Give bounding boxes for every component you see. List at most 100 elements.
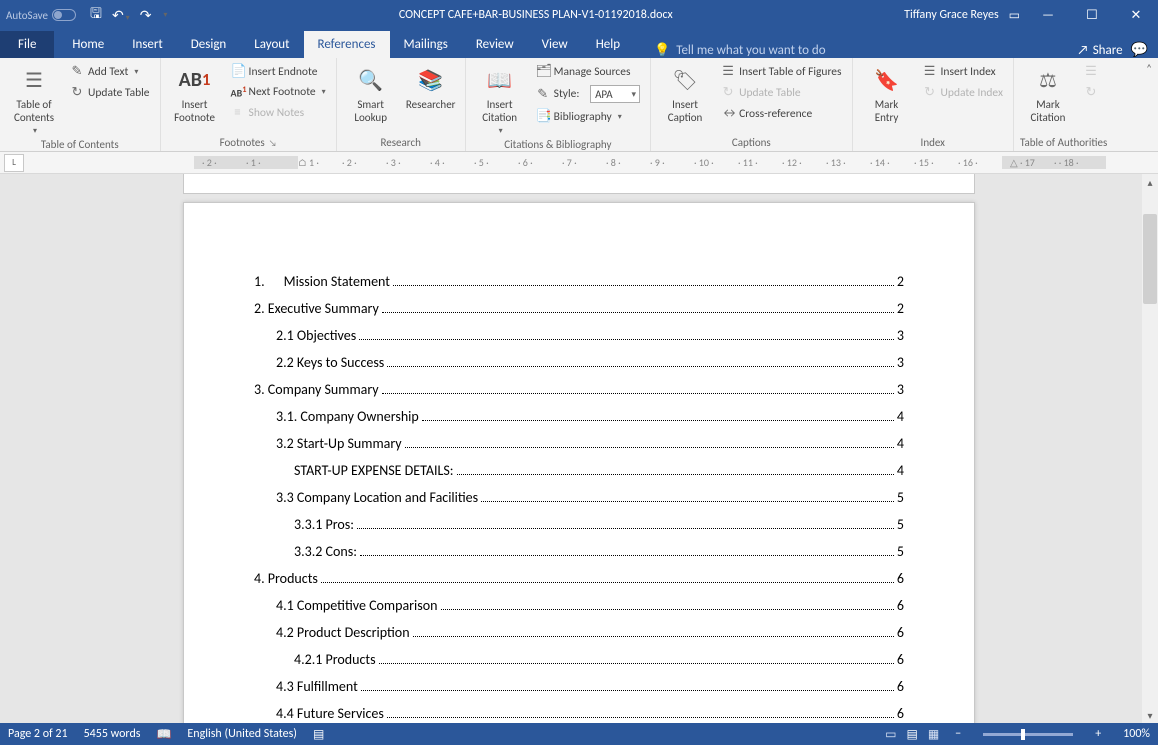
tab-insert[interactable]: Insert: [118, 31, 177, 58]
toc-entry[interactable]: 3.3.2 Cons:5: [294, 543, 904, 560]
tab-design[interactable]: Design: [177, 31, 240, 58]
toc-entry[interactable]: 2.1 Objectives3: [276, 327, 904, 344]
toc-entry[interactable]: 4.3 Fulfillment6: [276, 678, 904, 695]
tab-selector[interactable]: L: [4, 154, 24, 172]
ribbon-display-options-icon[interactable]: ▭: [1009, 8, 1020, 23]
scroll-thumb[interactable]: [1143, 214, 1157, 304]
tell-me-search[interactable]: 💡 Tell me what you want to do: [654, 43, 826, 58]
previous-page-strip: [183, 174, 975, 194]
update-table-button[interactable]: ↻Update Table: [66, 83, 154, 102]
toc-entry-label: 2.1 Objectives: [276, 327, 356, 344]
insert-citation-button[interactable]: 📖 Insert Citation▾: [472, 60, 528, 136]
document-area[interactable]: 1. Mission Statement2 2. Executive Summar…: [0, 174, 1158, 723]
collapse-ribbon-icon[interactable]: ˄: [1146, 62, 1152, 75]
toc-entry-label: 2.2 Keys to Success: [276, 354, 384, 371]
toc-entry[interactable]: 3. Company Summary3: [254, 381, 904, 398]
toc-entry[interactable]: 2. Executive Summary2: [254, 300, 904, 317]
tab-references[interactable]: References: [304, 31, 390, 58]
toc-entry-label: 4.1 Competitive Comparison: [276, 597, 438, 614]
next-footnote-button[interactable]: AB1Next Footnote▾: [227, 83, 330, 101]
toc-entry[interactable]: 4.4 Future Services 6: [276, 705, 904, 722]
ruler[interactable]: L · 2 ·· 1 ·⌂ 1 ·· 2 ·· 3 ·· 4 ·· 5 ·· 6…: [0, 152, 1158, 174]
redo-icon[interactable]: ↷: [140, 7, 152, 24]
undo-icon[interactable]: ↶▾: [112, 7, 130, 24]
macro-recording-icon[interactable]: ▤: [313, 727, 324, 742]
mark-entry-button[interactable]: 🔖 Mark Entry: [859, 60, 915, 124]
minimize-button[interactable]: —: [1026, 0, 1070, 30]
style-icon: ✎: [536, 87, 550, 102]
toc-leader-dots: [481, 501, 894, 502]
web-layout-icon[interactable]: ▦: [928, 727, 939, 742]
toc-entry[interactable]: 4.1 Competitive Comparison6: [276, 597, 904, 614]
insert-footnote-button[interactable]: AB1 Insert Footnote: [167, 60, 223, 124]
cross-reference-button[interactable]: ↔Cross-reference: [717, 104, 845, 123]
toc-leader-dots: [387, 366, 894, 367]
toc-leader-dots: [405, 447, 894, 448]
zoom-out-button[interactable]: −: [955, 727, 961, 741]
insert-index-button[interactable]: ☰Insert Index: [919, 62, 1007, 81]
insert-endnote-button[interactable]: 📄Insert Endnote: [227, 62, 330, 81]
toc-entry-label: 4.4 Future Services: [276, 705, 384, 722]
zoom-in-button[interactable]: +: [1095, 727, 1101, 741]
toc-entry[interactable]: 4. Products6: [254, 570, 904, 587]
insert-table-of-figures-button[interactable]: ☰Insert Table of Figures: [717, 62, 845, 81]
smart-lookup-button[interactable]: 🔍 Smart Lookup: [343, 60, 399, 124]
toc-entry[interactable]: 3.2 Start-Up Summary4: [276, 435, 904, 452]
maximize-button[interactable]: ☐: [1070, 0, 1114, 30]
toc-entry-label: 3.3 Company Location and Facilities: [276, 489, 478, 506]
file-tab[interactable]: File: [0, 31, 54, 58]
tab-layout[interactable]: Layout: [240, 31, 303, 58]
tab-mailings[interactable]: Mailings: [390, 31, 462, 58]
table-of-contents-button[interactable]: ☰ Table of Contents▾: [6, 60, 62, 136]
autosave-switch-icon[interactable]: [52, 9, 76, 21]
bibliography-button[interactable]: 📑Bibliography▾: [532, 107, 644, 126]
tof-label: Insert Table of Figures: [739, 65, 841, 79]
tab-help[interactable]: Help: [582, 31, 634, 58]
document-title: CONCEPT CAFE+BAR-BUSINESS PLAN-V1-011920…: [167, 8, 904, 22]
tab-view[interactable]: View: [528, 31, 582, 58]
share-button[interactable]: ↗ Share: [1077, 43, 1122, 58]
mark-citation-button[interactable]: ⚖ Mark Citation: [1020, 60, 1076, 124]
page-status[interactable]: Page 2 of 21: [8, 727, 68, 741]
document-page[interactable]: 1. Mission Statement2 2. Executive Summar…: [183, 202, 975, 723]
toc-entry-page: 6: [897, 705, 904, 722]
add-text-button[interactable]: ✎Add Text▾: [66, 62, 154, 81]
quick-access-toolbar: 🖫 ↶▾ ↷ ▾: [90, 3, 167, 27]
scroll-down-icon[interactable]: ▾: [1142, 707, 1158, 723]
comments-icon[interactable]: 💬: [1131, 41, 1148, 58]
language-status[interactable]: English (United States): [187, 727, 297, 741]
zoom-level[interactable]: 100%: [1123, 727, 1150, 741]
toc-entry[interactable]: 1. Mission Statement2: [254, 273, 904, 290]
toc-entry[interactable]: 3.1. Company Ownership4: [276, 408, 904, 425]
ruler-horizontal: · 2 ·· 1 ·⌂ 1 ·· 2 ·· 3 ·· 4 ·· 5 ·· 6 ·…: [24, 156, 1158, 169]
zoom-slider[interactable]: [983, 733, 1073, 736]
toc-entry[interactable]: 4.2.1 Products6: [294, 651, 904, 668]
user-name[interactable]: Tiffany Grace Reyes: [904, 8, 999, 22]
style-select-box[interactable]: APA: [590, 85, 640, 103]
spell-check-icon[interactable]: 📖: [156, 727, 171, 742]
toc-entry[interactable]: 3.3 Company Location and Facilities5: [276, 489, 904, 506]
save-icon[interactable]: 🖫: [90, 3, 102, 27]
print-layout-icon[interactable]: ▤: [907, 727, 918, 742]
vertical-scrollbar[interactable]: ▴ ▾: [1142, 174, 1158, 723]
toc-entry[interactable]: 3.3.1 Pros:5: [294, 516, 904, 533]
word-count[interactable]: 5455 words: [84, 727, 141, 741]
insert-caption-button[interactable]: 🏷 Insert Caption: [657, 60, 713, 124]
read-mode-icon[interactable]: ▭: [885, 727, 896, 742]
close-button[interactable]: ✕: [1114, 0, 1158, 30]
manage-sources-button[interactable]: 🗂Manage Sources: [532, 62, 644, 81]
autosave-toggle[interactable]: AutoSave: [6, 9, 76, 22]
toc-entry[interactable]: 4.2 Product Description6: [276, 624, 904, 641]
footnotes-launcher-icon[interactable]: ↘: [269, 138, 277, 149]
style-label: Style:: [554, 87, 580, 101]
researcher-button[interactable]: 📚 Researcher: [403, 60, 459, 111]
scroll-up-icon[interactable]: ▴: [1142, 174, 1158, 190]
add-text-icon: ✎: [70, 64, 84, 79]
tab-review[interactable]: Review: [462, 31, 528, 58]
tab-home[interactable]: Home: [58, 31, 118, 58]
toc-entry[interactable]: START-UP EXPENSE DETAILS:4: [294, 462, 904, 479]
toc-entry[interactable]: 2.2 Keys to Success3: [276, 354, 904, 371]
citation-style-select[interactable]: ✎ Style: APA: [532, 83, 644, 105]
toc-entry-label: 2. Executive Summary: [254, 300, 379, 317]
toc-entry-page: 4: [897, 435, 904, 452]
